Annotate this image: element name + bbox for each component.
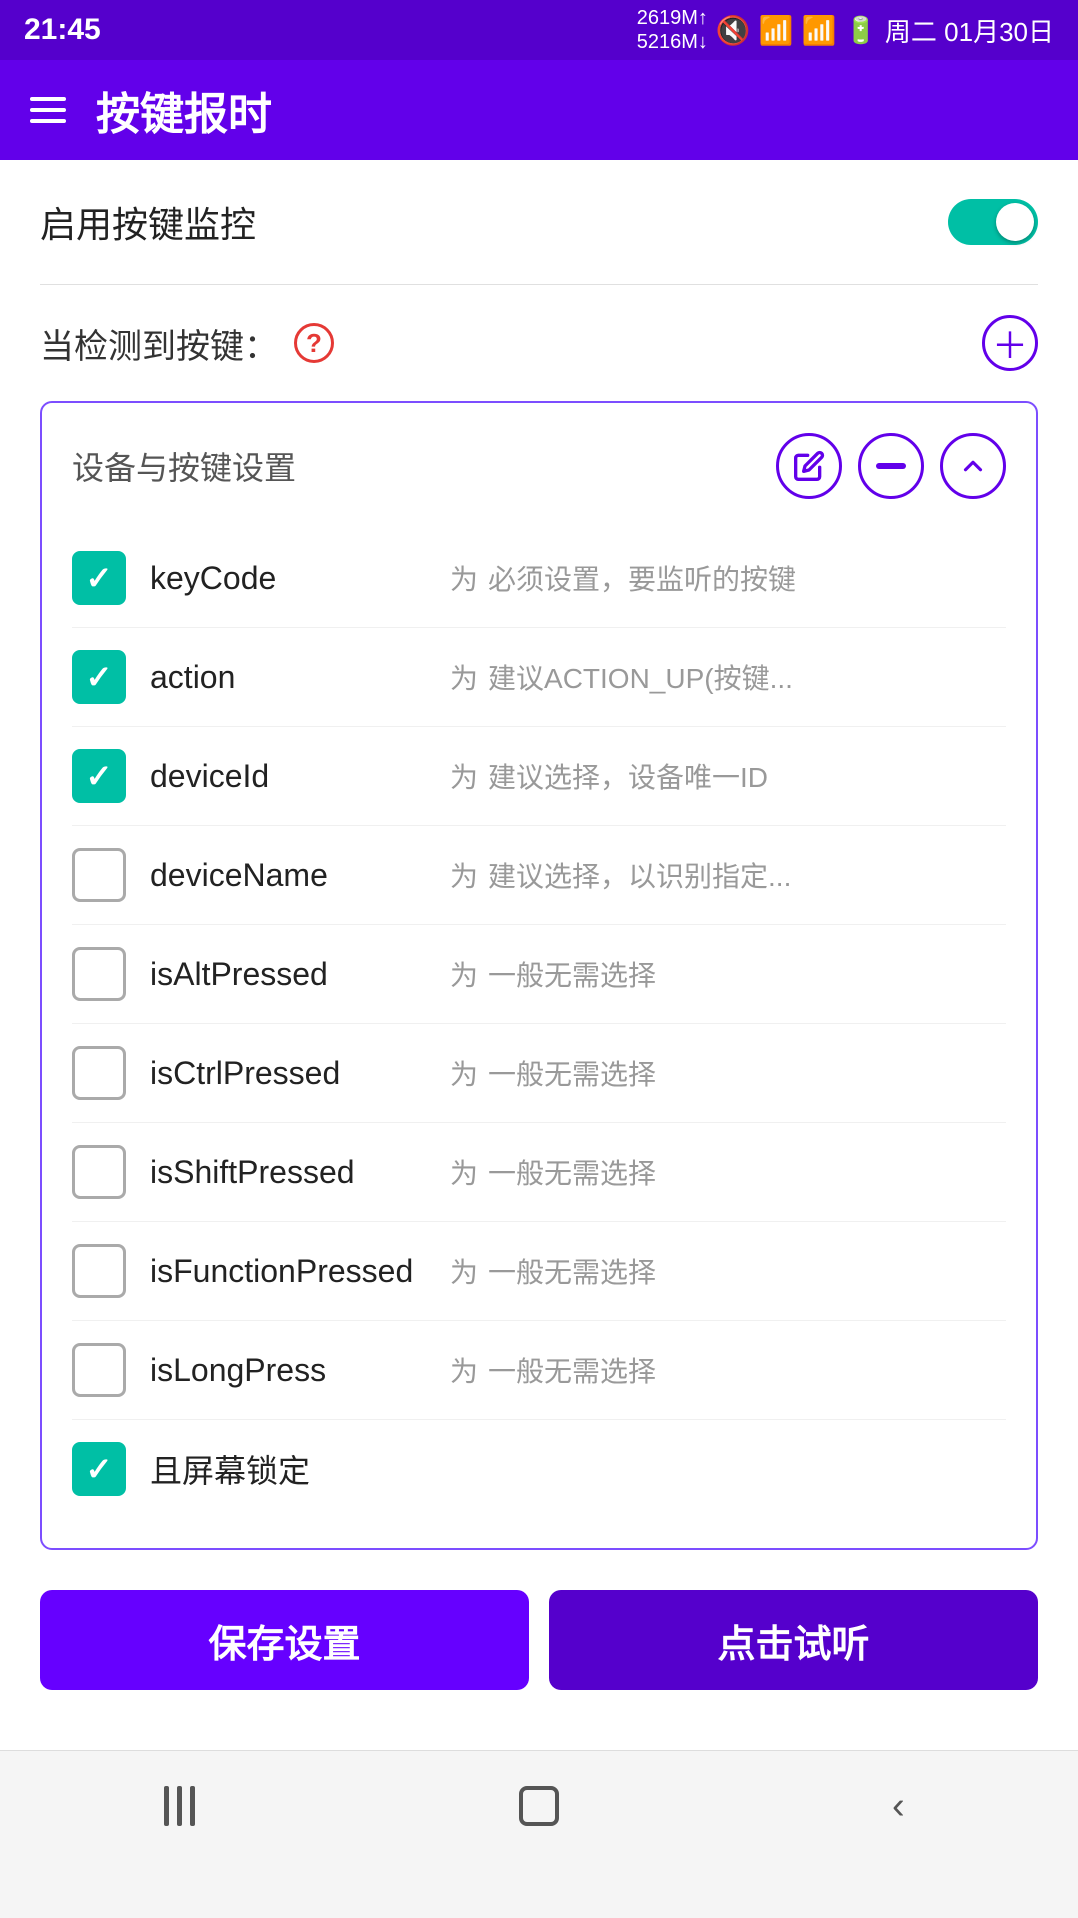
for-label-deviceId: 为 [450,756,478,796]
settings-card: 设备与按键设置 [40,401,1038,1550]
checkbox-screenLocked[interactable] [72,1442,126,1496]
up-button[interactable] [940,433,1006,499]
checkbox-row-deviceName: deviceName 为建议选择，以识别指定... [72,825,1006,924]
status-bar: 21:45 2619M↑ 5216M↓ 🔇 📶 📶 🔋 周二 01月30日 [0,0,1078,60]
menu-line-1 [30,97,66,101]
checkbox-row-screenLocked: 且屏幕锁定 [72,1419,1006,1518]
field-desc-keyCode: 必须设置，要监听的按键 [488,558,1006,598]
card-header: 设备与按键设置 [72,433,1006,499]
page-title: 按键报时 [96,78,272,142]
field-desc-isLongPress: 一般无需选择 [488,1350,1006,1390]
toggle-label: 启用按键监控 [40,196,256,248]
date-info: 周二 01月30日 [885,12,1054,49]
chevron-up-icon [958,451,988,481]
for-label-deviceName: 为 [450,855,478,895]
main-content: 启用按键监控 当检测到按键： ? ＋ 设备与按键设置 [0,160,1078,1750]
field-name-isCtrlPressed: isCtrlPressed [150,1055,430,1092]
field-name-screenLocked: 且屏幕锁定 [150,1446,430,1492]
field-name-deviceId: deviceId [150,758,430,795]
field-name-isFunctionPressed: isFunctionPressed [150,1253,430,1290]
status-right: 2619M↑ 5216M↓ 🔇 📶 📶 🔋 周二 01月30日 [637,6,1054,54]
checkbox-deviceName[interactable] [72,848,126,902]
checkbox-row-isShiftPressed: isShiftPressed 为一般无需选择 [72,1122,1006,1221]
field-desc-deviceName: 建议选择，以识别指定... [488,855,1006,895]
field-desc-isCtrlPressed: 一般无需选择 [488,1053,1006,1093]
signal-icon: 📶 [802,14,837,47]
back-button[interactable]: ‹ [858,1776,938,1836]
field-name-isLongPress: isLongPress [150,1352,430,1389]
card-actions [776,433,1006,499]
back-icon: ‹ [892,1787,905,1825]
checkbox-deviceId[interactable] [72,749,126,803]
add-button[interactable]: ＋ [982,315,1038,371]
bottom-buttons: 保存设置 点击试听 [40,1550,1038,1710]
detect-label: 当检测到按键： [40,319,278,368]
field-desc-action: 建议ACTION_UP(按键... [488,657,1006,697]
status-time: 21:45 [24,13,101,47]
wifi-icon: 📶 [759,14,794,47]
detect-label-area: 当检测到按键： ? [40,319,334,368]
detect-row: 当检测到按键： ? ＋ [40,285,1038,391]
for-label-isShiftPressed: 为 [450,1152,478,1192]
home-icon [519,1786,559,1826]
field-name-isShiftPressed: isShiftPressed [150,1154,430,1191]
checkbox-row-action: action 为建议ACTION_UP(按键... [72,627,1006,726]
checkbox-action[interactable] [72,650,126,704]
card-title: 设备与按键设置 [72,443,296,489]
edit-button[interactable] [776,433,842,499]
edit-icon [793,450,825,482]
field-desc-isFunctionPressed: 一般无需选择 [488,1251,1006,1291]
checkbox-row-isLongPress: isLongPress 为一般无需选择 [72,1320,1006,1419]
checkbox-isAltPressed[interactable] [72,947,126,1001]
save-button[interactable]: 保存设置 [40,1590,529,1690]
menu-line-2 [30,108,66,112]
top-app-bar: 按键报时 [0,60,1078,160]
field-name-keyCode: keyCode [150,560,430,597]
mute-icon: 🔇 [716,14,751,47]
menu-line-3 [30,119,66,123]
checkbox-isCtrlPressed[interactable] [72,1046,126,1100]
checkbox-keyCode[interactable] [72,551,126,605]
for-label-isFunctionPressed: 为 [450,1251,478,1291]
for-label-isLongPress: 为 [450,1350,478,1390]
mem-info: 2619M↑ 5216M↓ [637,6,708,54]
for-label-isAltPressed: 为 [450,954,478,994]
field-desc-deviceId: 建议选择，设备唯一ID [488,756,1006,796]
checkbox-row-keyCode: keyCode 为必须设置，要监听的按键 [72,529,1006,627]
minus-icon [876,463,906,469]
field-name-isAltPressed: isAltPressed [150,956,430,993]
menu-button[interactable] [30,97,66,123]
field-desc-isShiftPressed: 一般无需选择 [488,1152,1006,1192]
nav-bar: ‹ [0,1750,1078,1860]
checkbox-row-isFunctionPressed: isFunctionPressed 为一般无需选择 [72,1221,1006,1320]
checkbox-isLongPress[interactable] [72,1343,126,1397]
recent-apps-button[interactable] [140,1776,220,1836]
help-icon[interactable]: ? [294,323,334,363]
test-button[interactable]: 点击试听 [549,1590,1038,1690]
for-label-action: 为 [450,657,478,697]
home-button[interactable] [499,1776,579,1836]
checkbox-isFunctionPressed[interactable] [72,1244,126,1298]
checkbox-isShiftPressed[interactable] [72,1145,126,1199]
enable-toggle[interactable] [948,199,1038,245]
for-label-keyCode: 为 [450,558,478,598]
field-name-deviceName: deviceName [150,857,430,894]
minus-button[interactable] [858,433,924,499]
recent-apps-icon [164,1786,195,1826]
battery-icon: 🔋 [845,15,877,46]
checkbox-row-isCtrlPressed: isCtrlPressed 为一般无需选择 [72,1023,1006,1122]
checkbox-row-isAltPressed: isAltPressed 为一般无需选择 [72,924,1006,1023]
checkbox-row-deviceId: deviceId 为建议选择，设备唯一ID [72,726,1006,825]
field-name-action: action [150,659,430,696]
toggle-row: 启用按键监控 [40,160,1038,285]
for-label-isCtrlPressed: 为 [450,1053,478,1093]
checkbox-list: keyCode为必须设置，要监听的按键action为建议ACTION_UP(按键… [72,529,1006,1518]
field-desc-isAltPressed: 一般无需选择 [488,954,1006,994]
